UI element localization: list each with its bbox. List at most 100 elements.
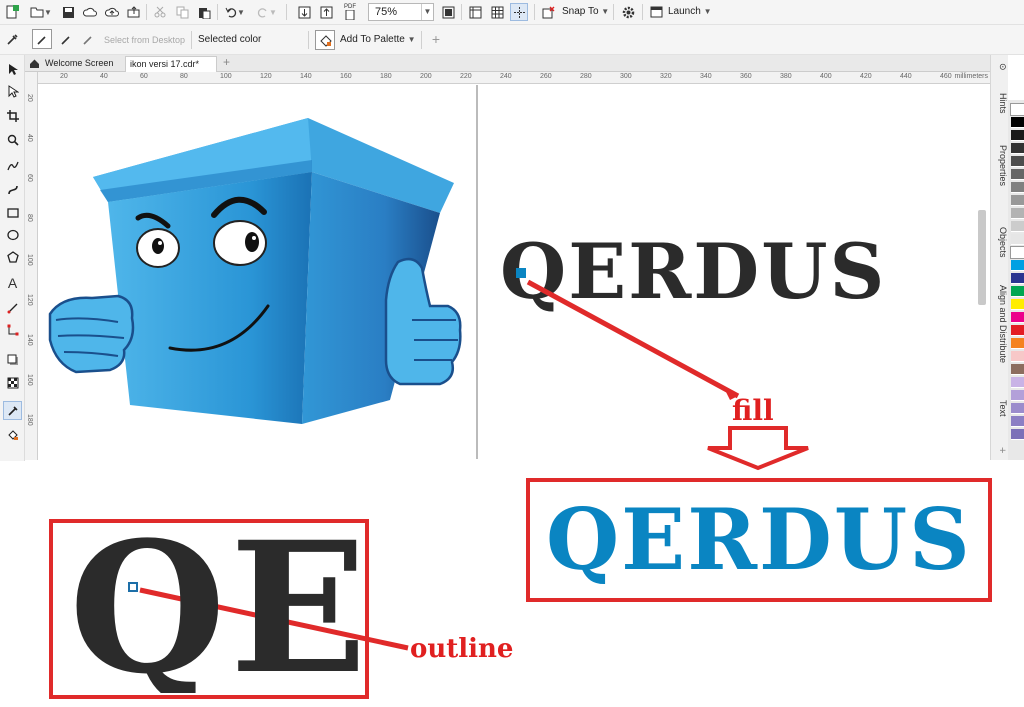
snap-off-icon[interactable] <box>540 4 556 20</box>
add-icon[interactable]: + <box>428 31 444 47</box>
transparency-tool-icon[interactable] <box>3 373 22 392</box>
add-to-palette-dropdown[interactable]: Add To Palette ▼ <box>340 34 416 45</box>
palette-swatch[interactable] <box>1011 338 1024 349</box>
show-guidelines-icon[interactable] <box>510 3 528 21</box>
cloud-upload-icon[interactable] <box>104 4 120 20</box>
show-rulers-icon[interactable] <box>467 4 483 20</box>
palette-swatch[interactable] <box>1011 208 1024 219</box>
options-gear-icon[interactable] <box>619 3 637 21</box>
palette-swatch[interactable] <box>1011 169 1024 180</box>
add-to-palette-icon[interactable] <box>315 30 335 50</box>
rectangle-tool-icon[interactable] <box>3 203 22 222</box>
shape-tool-icon[interactable] <box>3 82 22 101</box>
freehand-tool-icon[interactable] <box>3 156 22 175</box>
ruler-tick-label: 40 <box>100 73 108 80</box>
open-folder-icon[interactable]: ▼ <box>30 4 52 20</box>
connector-tool-icon[interactable] <box>3 320 22 339</box>
palette-swatch[interactable] <box>1011 234 1024 245</box>
export-icon[interactable] <box>126 4 142 20</box>
show-grid-icon[interactable] <box>489 4 505 20</box>
zoom-tool-icon[interactable] <box>3 130 22 149</box>
color-eyedropper-tool-icon[interactable] <box>3 401 22 420</box>
cloud-open-icon[interactable] <box>82 4 98 20</box>
hints-icon[interactable]: ⊙ <box>992 63 1008 71</box>
zoomed-text-qe: QE <box>69 525 363 693</box>
pick-tool-icon[interactable] <box>3 60 22 79</box>
palette-swatch[interactable] <box>1010 246 1024 259</box>
polygon-tool-icon[interactable] <box>3 247 22 266</box>
docker-tab-properties[interactable]: Properties <box>992 145 1008 186</box>
vertical-ruler[interactable]: 20 40 60 80 100 120 140 160 180 <box>25 72 38 460</box>
ruler-tick-label: 20 <box>60 73 68 80</box>
select-from-desktop-button[interactable]: Select from Desktop <box>104 35 185 45</box>
snap-to-dropdown[interactable]: Snap To ▼ <box>562 6 609 17</box>
palette-swatch[interactable] <box>1011 390 1024 401</box>
palette-swatch[interactable] <box>1011 325 1024 336</box>
palette-swatch[interactable] <box>1011 117 1024 128</box>
palette-swatch[interactable] <box>1011 377 1024 388</box>
palette-swatch[interactable] <box>1011 429 1024 440</box>
save-icon[interactable] <box>60 4 76 20</box>
canvas-scrollbar[interactable] <box>978 210 986 305</box>
palette-swatch[interactable] <box>1011 182 1024 193</box>
chevron-down-icon[interactable]: ▼ <box>421 4 433 20</box>
paste-icon[interactable] <box>196 4 212 20</box>
docker-tab-text[interactable]: Text <box>992 400 1008 417</box>
palette-swatch[interactable] <box>1010 103 1024 116</box>
palette-swatch[interactable] <box>1011 273 1024 284</box>
tab-document[interactable]: ikon versi 17.cdr* <box>125 56 217 72</box>
ruler-tick-label: 80 <box>180 73 188 80</box>
sample-5x5-icon[interactable] <box>80 31 96 47</box>
import-icon[interactable] <box>296 4 312 20</box>
text-tool-icon[interactable]: A <box>3 273 22 292</box>
palette-swatch[interactable] <box>1011 195 1024 206</box>
ruler-tick-label: 400 <box>820 73 832 80</box>
home-icon[interactable] <box>25 56 41 72</box>
property-bar: Select from Desktop Selected color Add T… <box>0 25 1024 72</box>
palette-swatch[interactable] <box>1011 403 1024 414</box>
crop-tool-icon[interactable] <box>3 106 22 125</box>
palette-swatch[interactable] <box>1011 364 1024 375</box>
redo-icon[interactable]: ▼ <box>256 4 278 20</box>
palette-swatch[interactable] <box>1011 286 1024 297</box>
new-document-icon[interactable] <box>4 4 20 20</box>
palette-swatch[interactable] <box>1011 312 1024 323</box>
launch-icon[interactable] <box>648 4 664 20</box>
publish-pdf-icon[interactable]: PDF <box>340 2 360 22</box>
fill-annotation-label: fill <box>732 394 774 427</box>
new-tab-icon[interactable]: + <box>219 56 234 72</box>
undo-icon[interactable]: ▼ <box>224 4 246 20</box>
tab-welcome-screen[interactable]: Welcome Screen <box>41 56 117 72</box>
palette-swatch[interactable] <box>1011 416 1024 427</box>
add-docker-icon[interactable]: + <box>992 447 1008 453</box>
docker-tab-objects[interactable]: Objects <box>992 227 1008 258</box>
artistic-media-icon[interactable] <box>3 180 22 199</box>
palette-swatch[interactable] <box>1011 156 1024 167</box>
drop-shadow-tool-icon[interactable] <box>3 350 22 369</box>
filled-result-text: QERDUS <box>546 490 972 589</box>
palette-swatch[interactable] <box>1011 260 1024 271</box>
docker-tab-align-distribute[interactable]: Align and Distribute <box>992 285 1008 363</box>
zoom-level-combo[interactable]: 75% ▼ <box>368 3 434 21</box>
palette-swatch[interactable] <box>1011 351 1024 362</box>
ruler-tick-label: 300 <box>620 73 632 80</box>
ellipse-tool-icon[interactable] <box>3 225 22 244</box>
launch-dropdown[interactable]: Launch ▼ <box>668 6 712 17</box>
export-file-icon[interactable] <box>318 4 334 20</box>
sample-single-pixel-icon[interactable] <box>32 29 52 49</box>
interactive-fill-tool-icon[interactable] <box>3 425 22 444</box>
full-screen-preview-icon[interactable] <box>440 4 456 20</box>
palette-swatch[interactable] <box>1011 221 1024 232</box>
palette-swatch[interactable] <box>1011 130 1024 141</box>
palette-swatch[interactable] <box>1011 143 1024 154</box>
cut-icon[interactable] <box>152 4 168 20</box>
ruler-tick-label: 420 <box>860 73 872 80</box>
canvas-text-qerdus[interactable]: QERDUS <box>500 222 886 322</box>
sample-2x2-icon[interactable] <box>58 31 74 47</box>
parallel-dimension-icon[interactable] <box>3 298 22 317</box>
palette-swatch[interactable] <box>1011 299 1024 310</box>
docker-tab-hints[interactable]: Hints <box>992 93 1008 114</box>
horizontal-ruler[interactable]: 20 40 60 80 100 120 140 160 180 200 220 240 260 280 30… <box>38 72 990 84</box>
eyedropper-tool-icon[interactable] <box>4 31 20 47</box>
copy-icon[interactable] <box>174 4 190 20</box>
